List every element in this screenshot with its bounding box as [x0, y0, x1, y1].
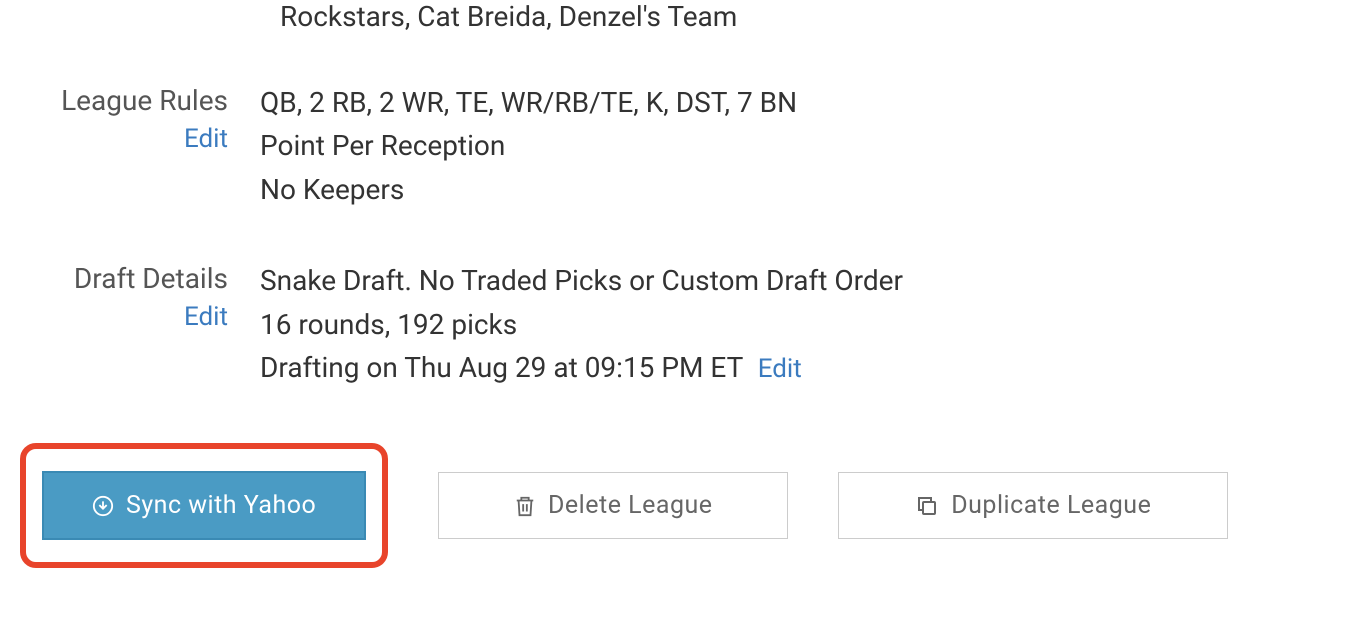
draft-details-line-1: Snake Draft. No Traded Picks or Custom D… — [260, 259, 1372, 302]
delete-button-label: Delete League — [548, 491, 713, 520]
sync-with-yahoo-button[interactable]: Sync with Yahoo — [42, 471, 366, 540]
copy-icon — [915, 494, 939, 518]
league-rules-edit-link[interactable]: Edit — [0, 124, 228, 154]
delete-league-button[interactable]: Delete League — [438, 472, 788, 539]
duplicate-league-button[interactable]: Duplicate League — [838, 472, 1228, 539]
sync-download-icon — [92, 495, 114, 517]
draft-time-edit-link[interactable]: Edit — [758, 354, 802, 384]
league-rules-line-1: QB, 2 RB, 2 WR, TE, WR/RB/TE, K, DST, 7 … — [260, 81, 1372, 124]
trash-icon — [514, 494, 536, 518]
sync-highlight-box: Sync with Yahoo — [20, 443, 388, 568]
draft-details-edit-link[interactable]: Edit — [0, 302, 228, 332]
duplicate-button-label: Duplicate League — [951, 491, 1151, 520]
league-rules-line-3: No Keepers — [260, 168, 1372, 211]
teams-partial-text: Rockstars, Cat Breida, Denzel's Team — [280, 0, 737, 33]
league-rules-label: League Rules — [0, 81, 228, 120]
sync-button-label: Sync with Yahoo — [126, 491, 316, 520]
draft-details-line-3: Drafting on Thu Aug 29 at 09:15 PM ET — [260, 351, 743, 384]
draft-details-line-2: 16 rounds, 192 picks — [260, 303, 1372, 346]
league-rules-line-2: Point Per Reception — [260, 124, 1372, 167]
draft-details-label: Draft Details — [0, 259, 228, 298]
